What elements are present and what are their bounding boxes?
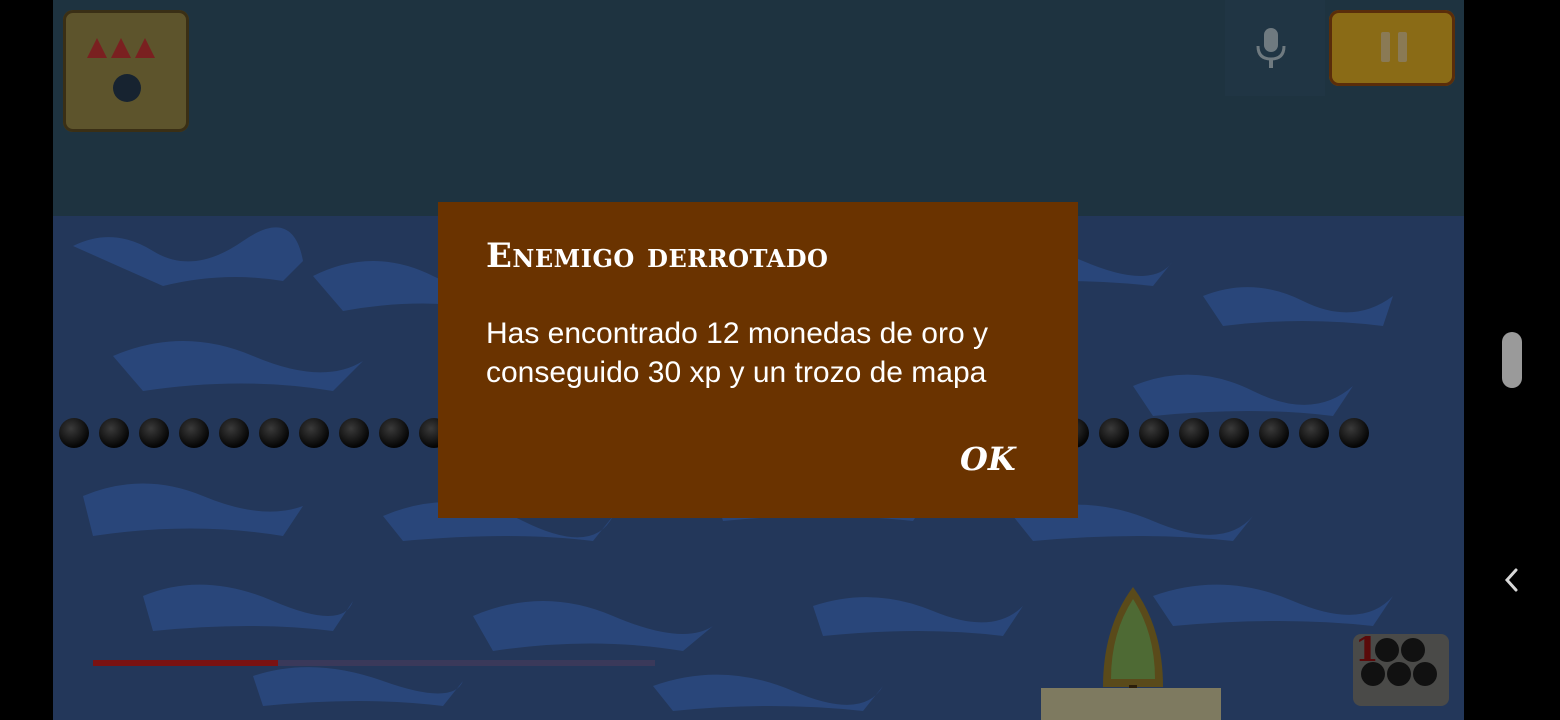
left-letterbox [0, 0, 53, 720]
right-navigation-bar [1464, 0, 1560, 720]
dialog-message: Has encontrado 12 monedas de oro y conse… [486, 317, 988, 389]
back-chevron-icon[interactable] [1500, 566, 1524, 594]
cannonball [379, 418, 409, 448]
cannonball [1179, 418, 1209, 448]
ok-button[interactable]: OK [954, 438, 1022, 480]
cannonball [219, 418, 249, 448]
cannonball [1099, 418, 1129, 448]
cannonball [1299, 418, 1329, 448]
cannonball [99, 418, 129, 448]
cannonball [179, 418, 209, 448]
ammo-stack: 1 [1353, 630, 1449, 706]
cannonball [299, 418, 329, 448]
microphone-icon[interactable] [1253, 26, 1289, 70]
cannonball [59, 418, 89, 448]
ammo-selector-button[interactable] [63, 10, 189, 132]
pause-button[interactable] [1329, 10, 1455, 86]
cannonball [259, 418, 289, 448]
cannonball [1219, 418, 1249, 448]
pause-icon [1381, 32, 1407, 62]
ship-deck [1041, 688, 1221, 720]
scroll-handle[interactable] [1502, 332, 1522, 388]
cannonball [1259, 418, 1289, 448]
cannonball [139, 418, 169, 448]
cannonball [1339, 418, 1369, 448]
health-bar-fill [93, 660, 278, 666]
ammo-counter: 1 [1355, 630, 1379, 670]
cannonball [339, 418, 369, 448]
ammo-selector-icon [87, 38, 155, 102]
cannonball [1139, 418, 1169, 448]
enemy-defeated-dialog: Enemigo derrotado Has encontrado 12 mone… [438, 202, 1078, 518]
dialog-title: Enemigo derrotado [486, 236, 829, 276]
